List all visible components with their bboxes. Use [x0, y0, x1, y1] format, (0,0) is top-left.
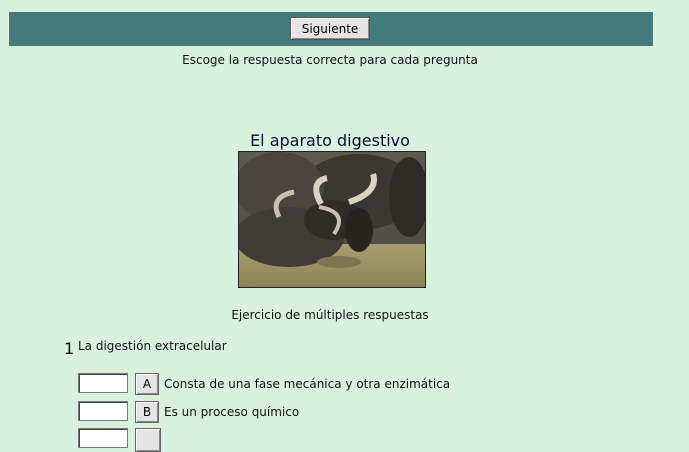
buffalo-photo — [238, 151, 426, 288]
answer-input-b[interactable] — [78, 401, 128, 421]
top-toolbar: Siguiente — [9, 12, 653, 46]
exercise-subtitle: Ejercicio de múltiples respuestas — [231, 308, 429, 322]
next-button[interactable]: Siguiente — [290, 17, 370, 40]
question-number: 1 — [64, 339, 75, 358]
question-text: La digestión extracelular — [78, 339, 227, 353]
answer-text: Consta de una fase mecánica y otra enzim… — [164, 377, 451, 391]
page-title: El aparato digestivo — [250, 131, 410, 150]
answer-input-a[interactable] — [78, 373, 128, 393]
answer-letter-button-b[interactable]: B — [135, 401, 159, 423]
answer-letter-button-a[interactable]: A — [135, 373, 159, 395]
answer-input-partial[interactable] — [78, 428, 128, 448]
instructions-text: Escoge la respuesta correcta para cada p… — [182, 53, 478, 67]
answer-text: Es un proceso químico — [164, 405, 300, 419]
